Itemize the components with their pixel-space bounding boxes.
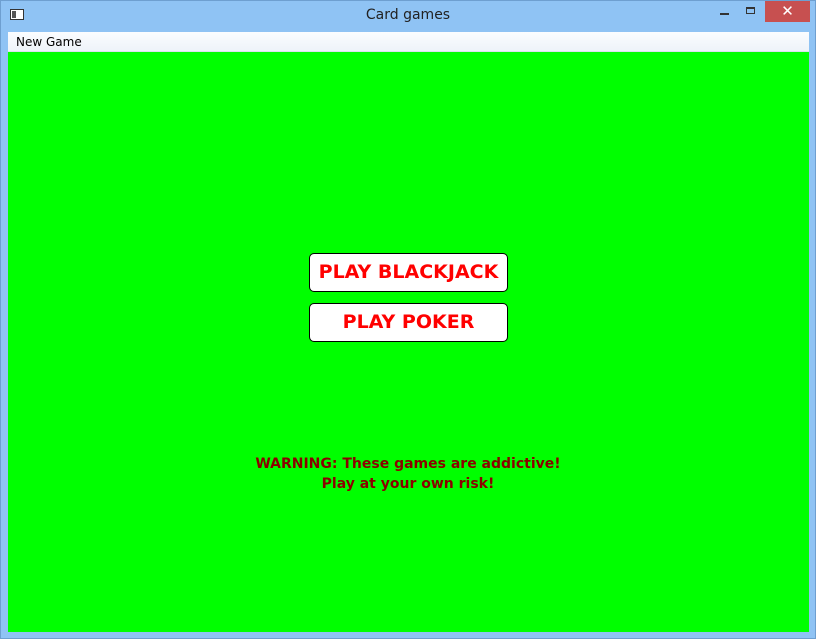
warning-text: WARNING: These games are addictive! [255, 456, 561, 472]
menu-item-new-game[interactable]: New Game [13, 35, 85, 49]
game-area: PLAY BLACKJACK PLAY POKER WARNING: These… [8, 52, 809, 632]
warning-subtext: Play at your own risk! [321, 476, 495, 492]
close-icon: ✕ [781, 2, 794, 20]
close-button[interactable]: ✕ [765, 1, 810, 22]
maximize-icon[interactable] [738, 1, 764, 22]
menu-bar: New Game [8, 32, 809, 52]
play-blackjack-button[interactable]: PLAY BLACKJACK [309, 253, 508, 292]
window-title: Card games [365, 7, 451, 23]
play-poker-button[interactable]: PLAY POKER [309, 303, 508, 342]
app-window: Card games ✕ New Game PLAY BLACKJACK PLA… [0, 0, 816, 639]
title-bar[interactable]: Card games ✕ [1, 1, 815, 31]
minimize-icon[interactable] [711, 1, 737, 22]
